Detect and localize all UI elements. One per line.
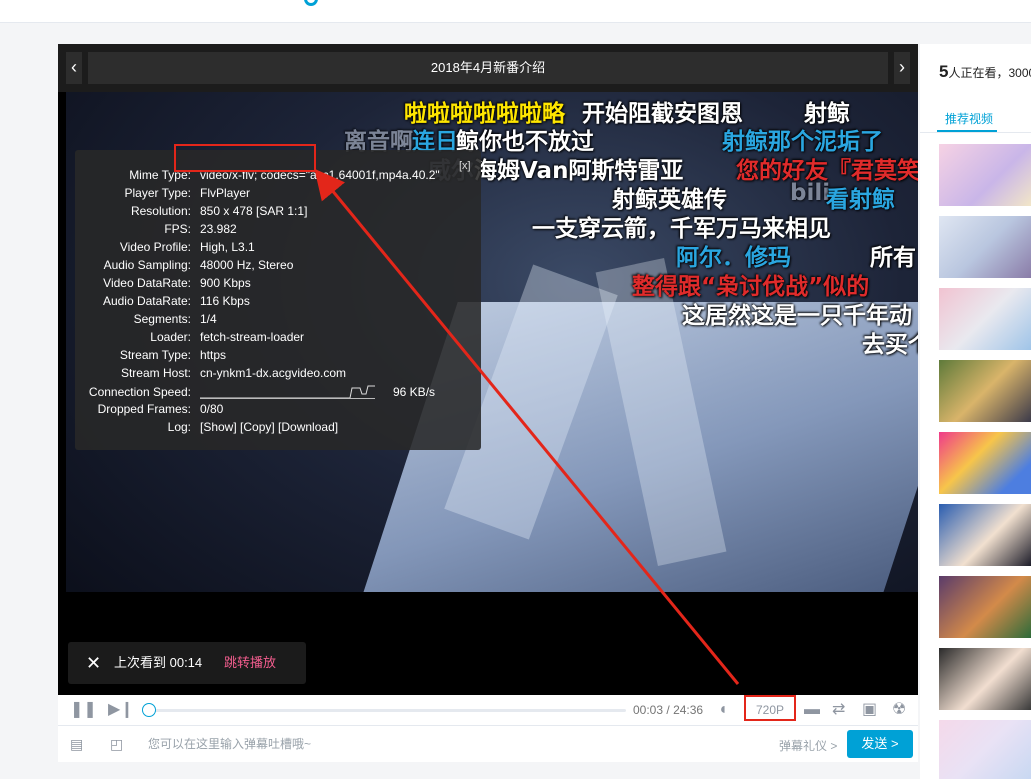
annotation-arrow: [314, 168, 740, 685]
